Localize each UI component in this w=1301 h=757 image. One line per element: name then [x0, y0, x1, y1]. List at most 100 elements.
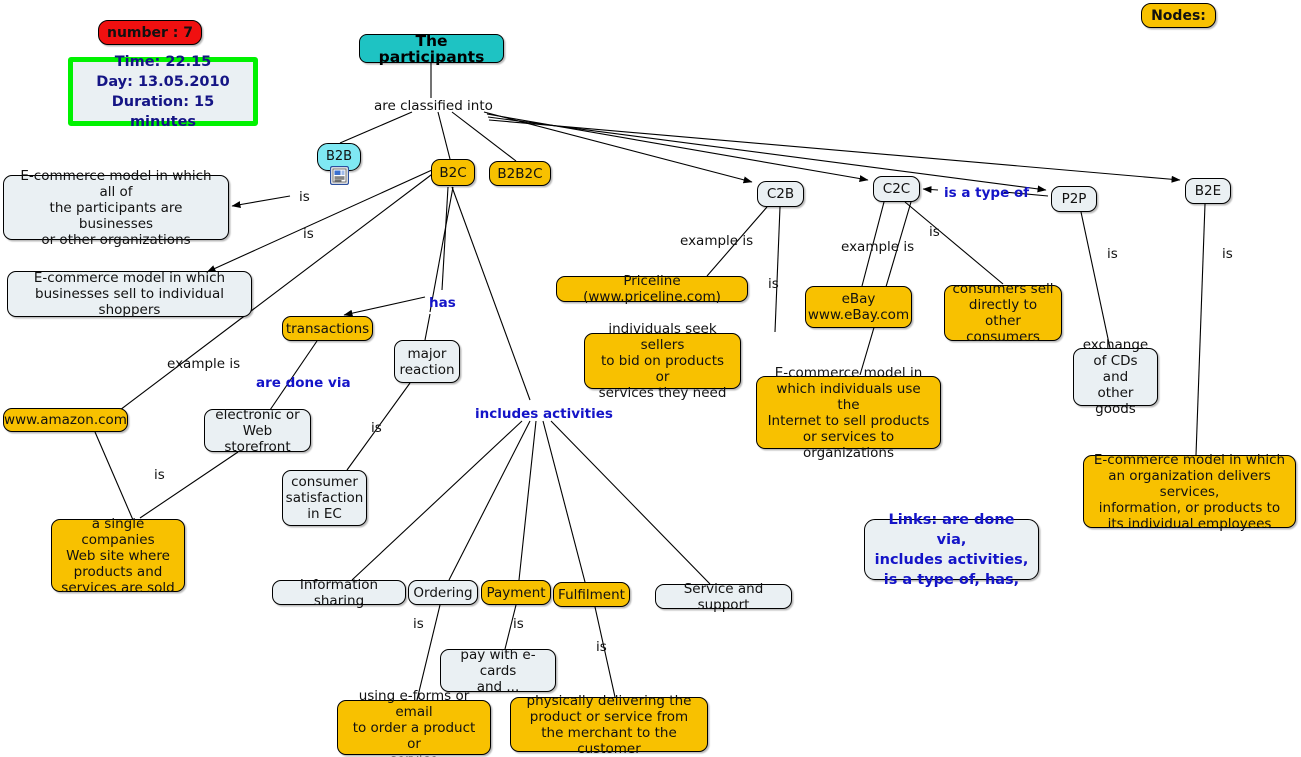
- number-badge: number : 7: [98, 20, 202, 45]
- node-service-support[interactable]: Service and support: [655, 581, 792, 613]
- node-label-pay-ecards: pay with e-cards and ...: [460, 646, 536, 695]
- node-label-consumers-sell: consumers sell directly to other consume…: [952, 281, 1054, 345]
- node-label-b2c-def: E-commerce model in which businesses sel…: [33, 270, 226, 318]
- node-fulfilment[interactable]: Fulfilment: [553, 582, 630, 607]
- edge-label-c2c-example-is: example is: [841, 239, 915, 255]
- node-label-ebay: eBay www.eBay.com: [807, 291, 910, 323]
- node-web-storefront[interactable]: electronic or Web storefront: [204, 406, 311, 455]
- edge-includes-info: [351, 420, 523, 581]
- node-consumer-satisfaction[interactable]: consumer satisfaction in EC: [282, 470, 367, 526]
- node-e-forms[interactable]: using e-forms or email to order a produc…: [337, 688, 491, 757]
- node-single-company[interactable]: a single companies Web site where produc…: [51, 516, 185, 596]
- edge-label-p2p-is: is: [1107, 246, 1118, 262]
- edge-label-has: has: [429, 295, 456, 311]
- node-major-reaction[interactable]: major reaction: [394, 340, 460, 383]
- nodes-legend-badge: Nodes:: [1141, 3, 1216, 28]
- edge-amazon-single: [94, 431, 134, 521]
- node-ordering[interactable]: Ordering: [408, 580, 478, 605]
- node-label-major-reaction: major reaction: [399, 345, 455, 378]
- edge-classified-b2c: [437, 111, 451, 160]
- edge-storefront-single: [139, 451, 239, 519]
- node-label-b2e: B2E: [1194, 183, 1222, 199]
- edge-classified-b2b: [339, 111, 413, 144]
- edge-classified-b2e: [488, 119, 1181, 183]
- node-label-ordering: Ordering: [413, 584, 473, 601]
- edge-label-payment-is: is: [513, 616, 524, 632]
- edge-includes-fulfilment: [542, 420, 586, 583]
- edge-label-c2b-example-is: example is: [680, 233, 754, 249]
- node-b2e-def[interactable]: E-commerce model in which an organizatio…: [1083, 452, 1296, 532]
- edge-label-c2b-is: is: [768, 276, 779, 292]
- node-label-information-sharing: Information sharing: [299, 576, 379, 609]
- node-payment[interactable]: Payment: [481, 580, 551, 605]
- edge-includes-payment: [518, 420, 537, 581]
- node-amazon[interactable]: www.amazon.com: [3, 408, 128, 432]
- node-p2p[interactable]: P2P: [1051, 186, 1097, 212]
- node-label-b2b: B2B: [325, 149, 353, 164]
- node-ebay[interactable]: eBay www.eBay.com: [805, 286, 912, 328]
- node-information-sharing[interactable]: Information sharing: [272, 577, 406, 609]
- edge-classified-p2p: [487, 116, 1047, 193]
- edge-major-reaction-stem: [424, 313, 431, 341]
- node-label-single-company: a single companies Web site where produc…: [61, 515, 175, 596]
- edge-label-are-done-via: are done via: [256, 375, 351, 391]
- edge-includes-ordering: [448, 420, 531, 581]
- edge-label-b2b-is: is: [299, 189, 310, 205]
- node-participants[interactable]: The participants: [359, 31, 504, 66]
- node-physical-delivery[interactable]: physically delivering the product or ser…: [510, 693, 708, 757]
- edge-c2b-def: [774, 206, 781, 333]
- edge-label-b2e-is: is: [1222, 246, 1233, 262]
- edge-b2e-def-line: [1195, 203, 1206, 456]
- node-b2b-def[interactable]: E-commerce model in which all of the par…: [3, 168, 229, 248]
- edge-label-b2c-is: is: [303, 226, 314, 242]
- node-label-b2b-def: E-commerce model in which all of the par…: [20, 167, 212, 248]
- edge-p2p-exchange: [1080, 211, 1111, 349]
- edge-b2c-includes: [451, 186, 531, 401]
- node-c2c-def[interactable]: E-commerce model in which individuals us…: [756, 365, 941, 461]
- node-label-fulfilment: Fulfilment: [558, 586, 625, 603]
- edge-b2b-def: [231, 195, 291, 209]
- node-b2c-def[interactable]: E-commerce model in which businesses sel…: [7, 270, 252, 318]
- node-label-c2b: C2B: [766, 186, 795, 202]
- edge-label-ordering-is: is: [413, 616, 424, 632]
- node-label-payment: Payment: [486, 584, 546, 601]
- edge-label-fulfilment-is: is: [596, 639, 607, 655]
- node-label-priceline: Priceline (www.priceline.com): [583, 273, 721, 305]
- node-priceline[interactable]: Priceline (www.priceline.com): [556, 273, 748, 305]
- node-exchange-cds[interactable]: exchange of CDs and other goods: [1073, 337, 1158, 417]
- edge-label-b2c-example-is: example is: [167, 356, 241, 372]
- node-b2e[interactable]: B2E: [1185, 178, 1231, 204]
- edge-label-includes-activities: includes activities: [475, 406, 613, 422]
- node-c2b-def[interactable]: individuals seek sellers to bid on produ…: [584, 321, 741, 401]
- edge-is-type-of-arrow: [922, 186, 939, 194]
- node-consumers-sell[interactable]: consumers sell directly to other consume…: [944, 281, 1062, 345]
- session-info-box: Time: 22.15 Day: 13.05.2010 Duration: 15…: [68, 54, 258, 130]
- node-label-participants: The participants: [378, 31, 485, 66]
- session-info-text: Time: 22.15 Day: 13.05.2010 Duration: 15…: [96, 53, 230, 130]
- number-badge-label: number : 7: [106, 24, 194, 41]
- edge-b2c-transactions: [343, 296, 426, 317]
- edge-label-amazon-is: is: [154, 467, 165, 483]
- node-label-c2c-def: E-commerce model in which individuals us…: [767, 364, 930, 461]
- node-label-transactions: transactions: [285, 320, 370, 337]
- node-label-b2c: B2C: [439, 164, 467, 181]
- node-label-e-forms: using e-forms or email to order a produc…: [352, 687, 476, 757]
- node-label-exchange-cds: exchange of CDs and other goods: [1082, 337, 1149, 417]
- edge-label-c2c-is: is: [929, 224, 940, 240]
- node-label-physical-delivery: physically delivering the product or ser…: [526, 692, 692, 757]
- node-label-c2c: C2C: [882, 181, 911, 197]
- node-label-c2b-def: individuals seek sellers to bid on produ…: [598, 321, 727, 401]
- links-legend-box: Links: are done via, includes activities…: [864, 512, 1039, 588]
- links-legend-text: Links: are done via, includes activities…: [874, 511, 1029, 588]
- edge-b2c-major: [429, 186, 454, 313]
- node-label-b2b2c: B2B2C: [497, 165, 543, 182]
- node-transactions[interactable]: transactions: [282, 316, 373, 341]
- node-c2b[interactable]: C2B: [757, 181, 804, 207]
- node-b2b2c[interactable]: B2B2C: [489, 161, 551, 186]
- edge-c2c-def: [904, 201, 1004, 285]
- node-label-amazon: www.amazon.com: [4, 412, 127, 428]
- node-b2c[interactable]: B2C: [431, 159, 475, 186]
- node-c2c[interactable]: C2C: [873, 176, 920, 202]
- node-pay-ecards[interactable]: pay with e-cards and ...: [440, 646, 556, 695]
- node-label-web-storefront: electronic or Web storefront: [215, 406, 300, 455]
